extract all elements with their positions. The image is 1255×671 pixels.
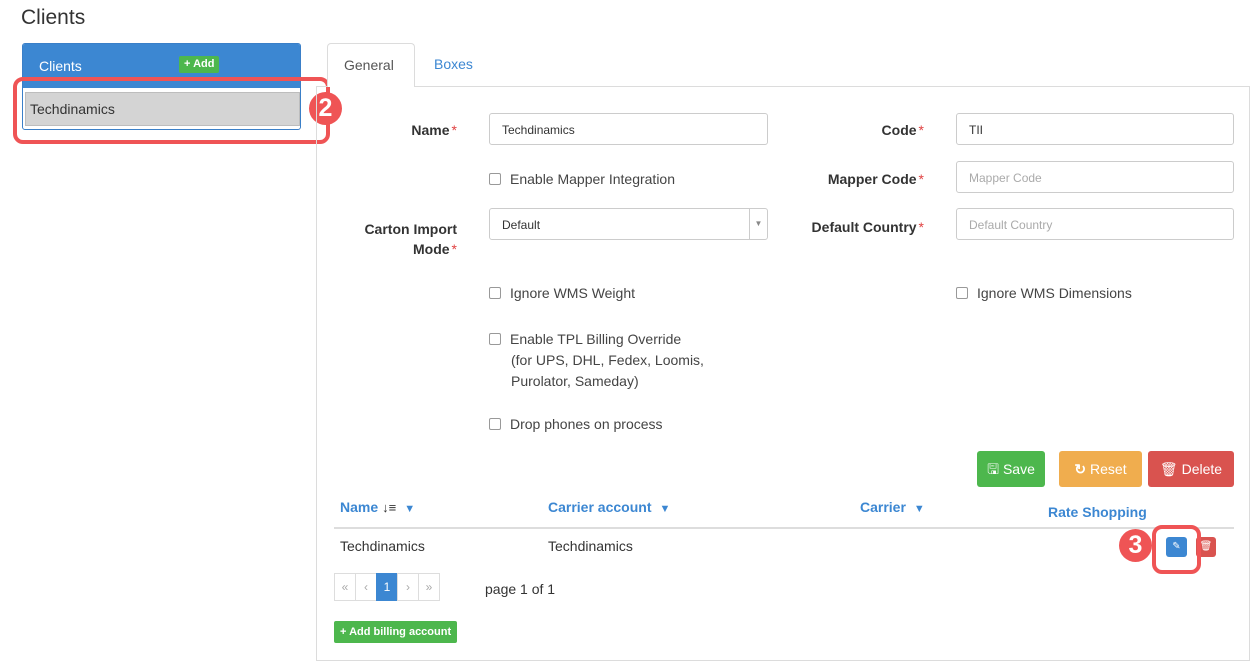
checkbox-box[interactable]	[489, 333, 501, 345]
code-input[interactable]: TII	[956, 113, 1234, 145]
checkbox-box[interactable]	[489, 173, 501, 185]
save-button[interactable]: 🖫 Save	[977, 451, 1045, 487]
enable-tpl-note-2: Purolator, Sameday)	[511, 373, 639, 389]
required-mark: *	[451, 241, 457, 257]
page-next-button[interactable]: ›	[397, 573, 419, 601]
checkbox-box[interactable]	[489, 287, 501, 299]
required-mark: *	[918, 219, 924, 235]
page-1-button[interactable]: 1	[376, 573, 398, 601]
tab-boxes[interactable]: Boxes	[418, 43, 489, 87]
carton-import-mode-label: Carton Import Mode *	[364, 221, 457, 257]
sort-icon[interactable]: ↓≡	[382, 500, 396, 515]
checkbox-box[interactable]	[956, 287, 968, 299]
column-header-rate-shopping: Rate Shopping	[1048, 504, 1147, 520]
page-prev-button[interactable]: ‹	[355, 573, 377, 601]
mapper-code-label: Mapper Code *	[827, 171, 924, 187]
page-last-button[interactable]: »	[418, 573, 440, 601]
filter-icon[interactable]: ▼	[404, 503, 415, 515]
caret-down-icon: ▼	[749, 209, 767, 239]
callout-number-3: 3	[1119, 529, 1152, 562]
ignore-wms-dimensions-checkbox[interactable]: Ignore WMS Dimensions	[956, 285, 1132, 301]
name-label: Name *	[411, 122, 457, 138]
required-mark: *	[918, 122, 924, 138]
callout-frame-2	[13, 77, 330, 144]
column-header-carrier-account[interactable]: Carrier account ▼	[548, 499, 670, 515]
default-country-label: Default Country *	[811, 219, 924, 235]
table-header-divider	[334, 527, 1234, 529]
add-client-button[interactable]: + Add	[179, 56, 220, 73]
callout-frame-3	[1152, 525, 1201, 574]
enable-tpl-billing-checkbox[interactable]: Enable TPL Billing Override (for UPS, DH…	[489, 329, 704, 392]
clients-panel-title: Clients	[39, 58, 82, 74]
filter-icon[interactable]: ▼	[659, 503, 670, 515]
page-info: page 1 of 1	[485, 581, 556, 597]
column-header-carrier[interactable]: Carrier ▼	[860, 499, 925, 515]
required-mark: *	[451, 122, 457, 138]
save-icon: 🖫	[987, 461, 1000, 477]
pagination: « ‹ 1 › »	[334, 573, 440, 601]
page-title: Clients	[21, 6, 86, 29]
name-input[interactable]: Techdinamics	[489, 113, 768, 145]
checkbox-box[interactable]	[489, 418, 501, 430]
add-billing-account-button[interactable]: + Add billing account	[334, 621, 458, 643]
enable-tpl-note-1: (for UPS, DHL, Fedex, Loomis,	[511, 352, 704, 368]
reset-icon: ↻	[1074, 461, 1087, 477]
default-country-input[interactable]: Default Country	[956, 208, 1234, 240]
table-cell-carrier-account: Techdinamics	[548, 538, 633, 554]
delete-button[interactable]: 🗑 Delete	[1148, 451, 1234, 487]
table-cell-name: Techdinamics	[340, 538, 425, 554]
code-label: Code *	[881, 122, 924, 138]
carton-import-mode-select[interactable]: Default ▼	[489, 208, 768, 240]
trash-icon: 🗑	[1159, 461, 1178, 477]
filter-icon[interactable]: ▼	[914, 503, 925, 515]
drop-phones-checkbox[interactable]: Drop phones on process	[489, 416, 663, 432]
tab-general[interactable]: General	[327, 43, 415, 87]
enable-mapper-checkbox[interactable]: Enable Mapper Integration	[489, 171, 675, 187]
reset-button[interactable]: ↻ Reset	[1059, 451, 1142, 487]
page-first-button[interactable]: «	[334, 573, 356, 601]
mapper-code-input[interactable]: Mapper Code	[956, 161, 1234, 193]
ignore-wms-weight-checkbox[interactable]: Ignore WMS Weight	[489, 285, 635, 301]
column-header-name[interactable]: Name ↓≡ ▼	[340, 499, 415, 515]
required-mark: *	[918, 171, 924, 187]
